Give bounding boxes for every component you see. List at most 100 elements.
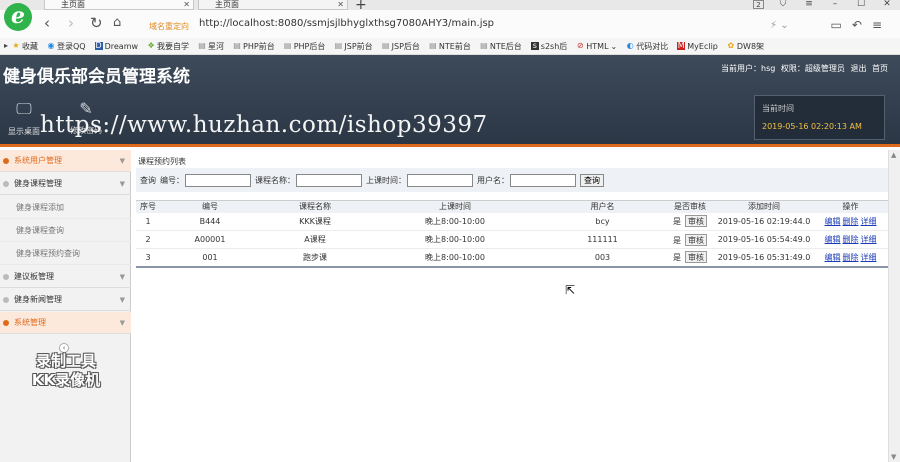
close-icon[interactable]: ✕ xyxy=(337,0,344,9)
sidebar-item-news-management[interactable]: 健身新闻管理 ▼ xyxy=(0,289,131,311)
audit-button[interactable]: 审核 xyxy=(685,215,707,228)
sidebar-subitem-query-reservations[interactable]: 健身课程预约查询 xyxy=(0,242,131,265)
username-input[interactable] xyxy=(510,173,576,187)
cell-index: 2 xyxy=(136,230,160,249)
detail-link[interactable]: 详细 xyxy=(861,235,877,244)
bookmark-item[interactable]: ▸ ★ 收藏 xyxy=(2,41,38,52)
lightning-icon[interactable]: ⚡ ⌄ xyxy=(770,20,789,31)
sidebar-item-user-management[interactable]: 系统用户管理 ▼ xyxy=(0,150,131,172)
close-icon[interactable]: ✕ xyxy=(183,0,190,9)
column-header: 课程名称 xyxy=(260,200,370,213)
bookmark-item[interactable]: M MyEclip xyxy=(677,42,718,51)
bookmark-item[interactable]: ◐ 代码对比 xyxy=(626,41,669,52)
cell-added: 2019-05-16 02:19:44.0 xyxy=(715,212,813,231)
page-scrollbar[interactable]: ▲ ▼ xyxy=(888,150,900,462)
detail-link[interactable]: 详细 xyxy=(861,217,877,226)
audit-button[interactable]: 审核 xyxy=(685,251,707,264)
cell-time: 晚上8:00-10:00 xyxy=(370,212,540,231)
home-icon[interactable]: ⌂ xyxy=(113,15,121,31)
clock-label: 当前时间 xyxy=(762,104,794,113)
undo-icon[interactable]: ↶ xyxy=(852,18,872,32)
window-close-icon[interactable]: ✕ xyxy=(874,0,900,10)
bookmarks-bar: ▸ ★ 收藏 ◉ 登录QQ D Dreamw ❖ 我要自学 ▤ 星河 ▤ PHP前台 ▤ PHP… xyxy=(0,38,900,55)
detail-link[interactable]: 详细 xyxy=(861,253,877,262)
chevron-down-icon: ▼ xyxy=(119,319,125,327)
cell-code: 001 xyxy=(160,248,260,268)
bookmark-item[interactable]: ▤ PHP前台 xyxy=(233,41,274,52)
sidebar-subitem-add-course[interactable]: 健身课程添加 xyxy=(0,196,131,219)
reader-icon[interactable]: ▭ xyxy=(831,18,852,32)
bookmark-item[interactable]: ❖ 我要自学 xyxy=(147,41,189,52)
bookmark-item[interactable]: ▤ NTE前台 xyxy=(429,41,471,52)
window-controls: 2 ⛉ ≡ – ☐ ✕ xyxy=(747,0,900,10)
bookmark-item[interactable]: ▤ JSP后台 xyxy=(382,41,420,52)
maximize-icon[interactable]: ☐ xyxy=(848,0,874,10)
column-header: 操作 xyxy=(813,200,888,213)
cell-audited: 是审核 xyxy=(665,230,715,249)
cell-index: 3 xyxy=(136,248,160,268)
menu-icon[interactable]: ≡ xyxy=(796,0,822,10)
chevron-down-icon: ▼ xyxy=(119,180,125,188)
sidebar-item-course-management[interactable]: 健身课程管理 ▼ xyxy=(0,173,131,195)
audit-button[interactable]: 审核 xyxy=(685,233,707,246)
clock-value: 2019-05-16 02:20:13 AM xyxy=(762,122,862,131)
cell-operations: 编辑 删除 详细 xyxy=(813,212,888,231)
back-icon[interactable]: ‹ xyxy=(44,15,50,31)
cell-user: 111111 xyxy=(540,230,665,249)
delete-link[interactable]: 删除 xyxy=(843,217,859,226)
shield-icon xyxy=(3,320,9,326)
search-button[interactable]: 查询 xyxy=(580,173,604,187)
shirt-icon[interactable]: ⛉ xyxy=(770,0,796,10)
home-link[interactable]: 首页 xyxy=(872,64,888,73)
code-input[interactable] xyxy=(185,173,251,187)
bookmark-item[interactable]: ◉ 登录QQ xyxy=(47,41,86,52)
edit-link[interactable]: 编辑 xyxy=(825,235,841,244)
edit-link[interactable]: 编辑 xyxy=(825,217,841,226)
search-label-code: 编号： xyxy=(160,175,184,185)
sidebar-item-system-management[interactable]: 系统管理 ▼ xyxy=(0,312,131,334)
bookmark-item[interactable]: s s2sh后 xyxy=(530,41,567,52)
reload-icon[interactable]: ↻ xyxy=(90,15,103,31)
chevron-down-icon: ▼ xyxy=(119,157,125,165)
delete-link[interactable]: 删除 xyxy=(843,253,859,262)
edit-link[interactable]: 编辑 xyxy=(825,253,841,262)
table-row: 1 B444 KKK课程 晚上8:00-10:00 bcy 是审核 2019-0… xyxy=(136,212,888,231)
search-label-time: 上课时间： xyxy=(366,175,406,185)
app-title: 健身俱乐部会员管理系统 xyxy=(3,67,190,87)
bookmark-item[interactable]: ▤ 星河 xyxy=(198,41,224,52)
class-time-input[interactable] xyxy=(407,173,473,187)
column-header: 添加时间 xyxy=(715,200,813,213)
browser-tab-2[interactable]: 主页面 ✕ xyxy=(198,0,348,10)
search-prefix: 查询 xyxy=(140,175,156,185)
browser-tab-1[interactable]: 主页面 ✕ xyxy=(44,0,194,10)
address-bar[interactable]: http://localhost:8080/ssmjsjlbhyglxthsg7… xyxy=(199,18,494,29)
bookmark-item[interactable]: ▤ NTE后台 xyxy=(480,41,522,52)
browser-logo-icon: e xyxy=(4,3,32,31)
forward-icon[interactable]: › xyxy=(68,15,74,31)
delete-link[interactable]: 删除 xyxy=(843,235,859,244)
cell-time: 晚上8:00-10:00 xyxy=(370,248,540,268)
cell-operations: 编辑 删除 详细 xyxy=(813,230,888,249)
tab-count-badge[interactable]: 2 xyxy=(753,0,764,9)
minimize-icon[interactable]: – xyxy=(822,0,848,10)
table-row: 2 A00001 A课程 晚上8:00-10:00 111111 是审核 201… xyxy=(136,230,888,249)
sidebar-subitem-query-course[interactable]: 健身课程查询 xyxy=(0,219,131,242)
table-header-row: 序号 编号 课程名称 上课时间 用户名 是否审核 添加时间 操作 xyxy=(136,200,888,213)
course-name-input[interactable] xyxy=(296,173,362,187)
scroll-down-icon[interactable]: ▼ xyxy=(891,453,896,461)
logout-link[interactable]: 退出 xyxy=(850,64,866,73)
bookmark-item[interactable]: ▤ PHP后台 xyxy=(284,41,325,52)
chevron-down-icon: ▼ xyxy=(119,296,125,304)
sidebar-item-suggestion-board[interactable]: 建议板管理 ▼ xyxy=(0,266,131,288)
cell-user: 003 xyxy=(540,248,665,268)
bookmark-item[interactable]: D Dreamw xyxy=(94,42,138,51)
main-content: 课程预约列表 查询 编号： 课程名称： 上课时间： 用户名： 查询 序号 编号 … xyxy=(136,150,888,462)
bookmark-item[interactable]: ⊘ HTML ⌄ xyxy=(576,42,617,51)
cell-added: 2019-05-16 05:31:49.0 xyxy=(715,248,813,268)
search-label-course: 课程名称： xyxy=(255,175,295,185)
reservation-table: 序号 编号 课程名称 上课时间 用户名 是否审核 添加时间 操作 1 B444 … xyxy=(136,200,888,268)
bookmark-item[interactable]: ✿ DW8架 xyxy=(727,41,765,52)
scroll-up-icon[interactable]: ▲ xyxy=(891,151,896,159)
bookmark-item[interactable]: ▤ JSP前台 xyxy=(334,41,373,52)
settings-menu-icon[interactable]: ≡ xyxy=(872,18,892,32)
